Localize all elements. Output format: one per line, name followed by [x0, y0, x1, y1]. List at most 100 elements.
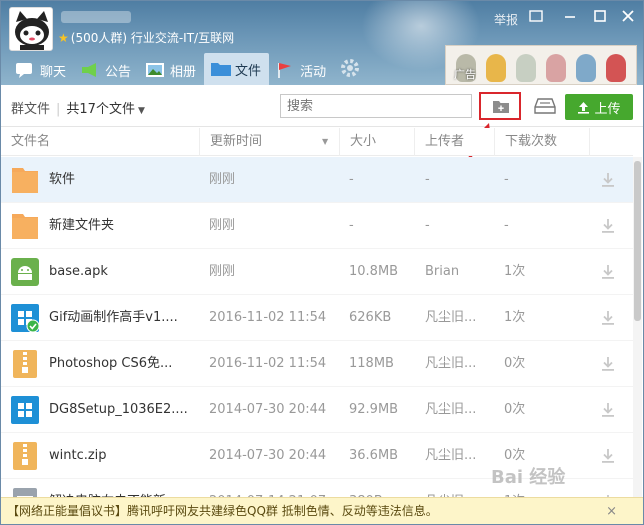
column-header-uploader[interactable]: 上传者 — [414, 128, 494, 156]
download-icon[interactable] — [599, 355, 617, 373]
notice-bar: 【网络正能量倡议书】腾讯呼吁网友共建绿色QQ群 抵制色情、反动等违法信息。 × — [1, 497, 643, 524]
file-size: - — [349, 218, 354, 233]
breadcrumb-root[interactable]: 群文件 — [11, 102, 50, 117]
group-header: ★ (500人群) 行业交流-IT/互联网 举报 聊天 公告 相册 文件 活动 … — [1, 1, 643, 85]
report-link[interactable]: 举报 — [494, 11, 518, 28]
file-size: 92.9MB — [349, 402, 399, 417]
group-avatar[interactable] — [9, 7, 53, 51]
folder-icon — [11, 166, 39, 194]
file-name[interactable]: 软件 — [49, 157, 194, 203]
minimize-icon[interactable] — [563, 9, 577, 23]
group-name-blurred — [61, 11, 131, 23]
tab-files[interactable]: 文件 — [204, 53, 270, 85]
file-row[interactable]: DG8Setup_1036E2.... 2014-07-30 20:44 92.9M… — [1, 387, 633, 433]
notice-text[interactable]: 【网络正能量倡议书】腾讯呼吁网友共建绿色QQ群 抵制色情、反动等违法信息。 — [7, 504, 438, 518]
download-icon[interactable] — [599, 171, 617, 189]
column-header-time[interactable]: 更新时间 ▼ — [199, 128, 339, 156]
windows-exe-icon — [11, 396, 39, 424]
close-icon[interactable] — [621, 9, 635, 23]
file-name[interactable]: DG8Setup_1036E2.... — [49, 387, 194, 433]
file-uploader[interactable]: 凡尘旧... — [425, 341, 489, 387]
tab-album[interactable]: 相册 — [139, 55, 204, 85]
file-name[interactable]: wintc.zip — [49, 433, 194, 479]
file-row[interactable]: Gif动画制作高手v1.... 2016-11-02 11:54 626KB 凡尘旧.… — [1, 295, 633, 341]
upload-button[interactable]: 上传 — [565, 94, 633, 120]
breadcrumb-separator: | — [56, 102, 61, 117]
new-folder-icon — [493, 101, 509, 113]
file-size: 10.8MB — [349, 264, 399, 279]
file-time: 刚刚 — [209, 264, 236, 279]
notice-close-button[interactable]: × — [606, 498, 617, 524]
tab-activity[interactable]: 活动 — [269, 55, 334, 85]
group-info-text: (500人群) 行业交流-IT/互联网 — [70, 31, 235, 45]
megaphone-icon — [80, 61, 100, 79]
file-row[interactable]: 软件 刚刚 - - - — [1, 157, 633, 203]
gear-icon[interactable] — [339, 57, 361, 79]
ad-label: 广告 — [454, 68, 476, 81]
file-time: 2014-07-30 20:44 — [209, 448, 327, 463]
tab-files-label: 文件 — [235, 63, 262, 79]
download-icon[interactable] — [599, 309, 617, 327]
skin-icon[interactable] — [529, 9, 543, 23]
file-uploader[interactable]: - — [425, 203, 489, 249]
file-size: 118MB — [349, 356, 394, 371]
upload-icon — [578, 101, 590, 114]
scrollbar[interactable] — [633, 157, 642, 497]
file-name[interactable]: 新建文件夹 — [49, 203, 194, 249]
file-count-dropdown[interactable]: 共17个文件 — [66, 102, 135, 117]
file-uploader[interactable]: - — [425, 157, 489, 203]
column-header-downloads[interactable]: 下载次数 — [494, 128, 589, 156]
ad-product-image — [606, 54, 626, 82]
file-row[interactable]: Photoshop CS6免... 2016-11-02 11:54 118MB 凡尘… — [1, 341, 633, 387]
file-downloads: 0次 — [504, 356, 526, 371]
tab-announcement-label: 公告 — [105, 64, 132, 80]
file-time: 2016-11-02 11:54 — [209, 310, 327, 325]
photo-icon — [145, 61, 165, 79]
file-row[interactable]: 新建文件夹 刚刚 - - - — [1, 203, 633, 249]
file-uploader[interactable]: Brian — [425, 249, 489, 295]
file-name[interactable]: base.apk — [49, 249, 194, 295]
group-tabs: 聊天 公告 相册 文件 活动 — [9, 53, 334, 85]
file-uploader[interactable]: 凡尘旧... — [425, 387, 489, 433]
upload-label: 上传 — [594, 101, 621, 117]
windows-exe-icon — [11, 304, 40, 333]
file-time: 2014-07-30 20:44 — [209, 402, 327, 417]
tab-chat-label: 聊天 — [40, 64, 67, 80]
ad-banner[interactable]: 广告 — [445, 45, 637, 85]
flag-icon — [275, 61, 295, 79]
file-name[interactable]: Gif动画制作高手v1.... — [49, 295, 194, 341]
column-header-size[interactable]: 大小 — [339, 128, 414, 156]
chevron-down-icon[interactable]: ▼ — [138, 106, 145, 116]
file-downloads: 1次 — [504, 310, 526, 325]
ad-product-image — [516, 54, 536, 82]
file-uploader[interactable]: 凡尘旧... — [425, 433, 489, 479]
download-icon[interactable] — [599, 217, 617, 235]
file-table-header: 文件名 更新时间 ▼ 大小 上传者 下载次数 — [1, 128, 633, 156]
file-row[interactable]: base.apk 刚刚 10.8MB Brian 1次 — [1, 249, 633, 295]
zip-icon — [11, 350, 39, 378]
column-header-name[interactable]: 文件名 — [1, 128, 199, 156]
download-icon[interactable] — [599, 401, 617, 419]
scrollbar-thumb[interactable] — [634, 161, 641, 321]
file-toolbar: 群文件 | 共17个文件▼ 上传 — [1, 85, 643, 127]
tab-activity-label: 活动 — [300, 64, 327, 80]
zip-icon — [11, 442, 39, 470]
search-input[interactable] — [280, 94, 472, 118]
file-name[interactable]: Photoshop CS6免... — [49, 341, 194, 387]
download-icon[interactable] — [599, 447, 617, 465]
file-time: 刚刚 — [209, 172, 236, 187]
transfer-list-icon[interactable] — [534, 97, 556, 115]
file-downloads: 0次 — [504, 402, 526, 417]
download-icon[interactable] — [599, 263, 617, 281]
ad-product-image — [546, 54, 566, 82]
file-size: 36.6MB — [349, 448, 399, 463]
tab-announcement[interactable]: 公告 — [74, 55, 139, 85]
tab-album-label: 相册 — [170, 64, 197, 80]
file-size: 626KB — [349, 310, 392, 325]
android-icon — [11, 258, 39, 286]
maximize-icon[interactable] — [593, 9, 607, 23]
file-time: 2016-11-02 11:54 — [209, 356, 327, 371]
file-uploader[interactable]: 凡尘旧... — [425, 295, 489, 341]
tab-chat[interactable]: 聊天 — [9, 55, 74, 85]
new-folder-button[interactable] — [479, 92, 521, 120]
